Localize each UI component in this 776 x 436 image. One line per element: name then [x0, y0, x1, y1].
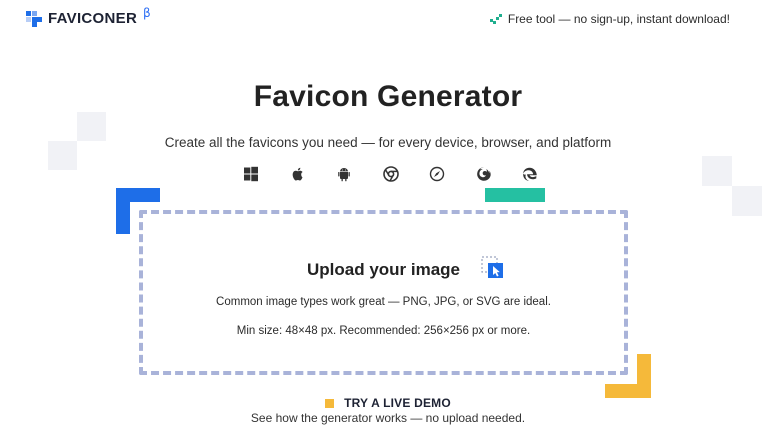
logo-mark-icon [26, 10, 42, 27]
upload-title: Upload your image [306, 260, 461, 279]
decorative-square [732, 186, 762, 216]
try-live-demo-link[interactable]: TRY A LIVE DEMO [344, 396, 451, 410]
promo-text: Free tool — no sign-up, instant download… [507, 12, 730, 26]
upload-size-text: Min size: 48×48 px. Recommended: 256×256… [236, 325, 531, 337]
platform-chrome [368, 164, 415, 184]
site-logo[interactable]: FAVICONER [26, 10, 137, 27]
accent-bar-teal [485, 188, 545, 202]
promo-banner: Free tool — no sign-up, instant download… [489, 12, 730, 26]
platform-icons [228, 164, 554, 184]
firefox-icon [476, 167, 491, 181]
page: FAVICONER β Free tool — no sign-up, inst… [0, 0, 776, 436]
platform-safari [414, 164, 461, 184]
decorative-square [702, 156, 732, 186]
safari-icon [430, 166, 445, 182]
windows-icon [244, 166, 259, 182]
android-icon [338, 168, 351, 182]
demo-bullet-icon [325, 398, 335, 408]
platform-firefox [461, 164, 508, 184]
platform-apple [275, 164, 322, 184]
live-demo: TRY A LIVE DEMO [0, 396, 776, 410]
apple-icon [292, 167, 303, 181]
upload-formats-text: Common image types work great — PNG, JPG… [216, 296, 551, 308]
edge-icon [523, 167, 538, 181]
platform-android [321, 164, 368, 184]
upload-dropzone[interactable]: Upload your image Common image types wor… [139, 210, 628, 375]
chrome-icon [382, 166, 399, 182]
checkmark-icon [489, 14, 502, 24]
platform-edge [507, 164, 554, 184]
beta-mark: β [143, 6, 151, 20]
page-subtitle: Create all the favicons you need — for e… [164, 135, 612, 150]
page-title: Favicon Generator [253, 80, 523, 113]
demo-description: See how the generator works — no upload … [250, 411, 526, 425]
logo-text: FAVICONER [48, 10, 138, 27]
upload-image-icon [481, 256, 503, 278]
platform-windows [228, 164, 275, 184]
